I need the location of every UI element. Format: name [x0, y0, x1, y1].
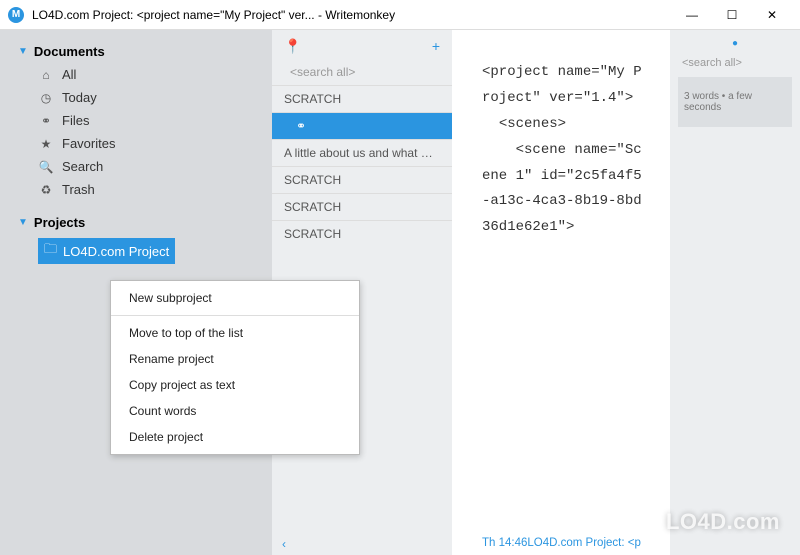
app-icon: M	[8, 7, 24, 23]
recycle-icon: ♻	[38, 183, 54, 197]
sidebar-item-label: Favorites	[62, 136, 115, 151]
separator	[111, 315, 359, 316]
project-item-lo4d[interactable]: 🗀 LO4D.com Project	[38, 238, 175, 264]
sidebar-section-projects[interactable]: ▼ Projects	[0, 211, 272, 234]
info-panel: ● <search all> 3 words • a few seconds	[670, 30, 800, 555]
ctx-new-subproject[interactable]: New subproject	[111, 285, 359, 311]
sidebar-item-today[interactable]: ◷ Today	[0, 86, 272, 109]
section-label: Projects	[34, 215, 85, 230]
sidebar-item-label: Today	[62, 90, 97, 105]
clock-icon: ◷	[38, 91, 54, 105]
window-title: LO4D.com Project: <project name="My Proj…	[32, 8, 672, 22]
add-button[interactable]: +	[432, 38, 440, 55]
ctx-delete[interactable]: Delete project	[111, 424, 359, 450]
chevron-down-icon: ▼	[18, 217, 28, 228]
editor-footer-status: Th 14:46LO4D.com Project: <p	[482, 533, 650, 549]
list-item[interactable]: SCRATCH	[272, 193, 452, 220]
context-menu: New subproject Move to top of the list R…	[110, 280, 360, 455]
sidebar-item-label: Trash	[62, 182, 95, 197]
section-label: Documents	[34, 44, 105, 59]
sidebar-item-trash[interactable]: ♻ Trash	[0, 178, 272, 201]
maximize-button[interactable]: ☐	[712, 1, 752, 29]
ctx-copy-text[interactable]: Copy project as text	[111, 372, 359, 398]
list-item[interactable]: SCRATCH	[272, 85, 452, 112]
titlebar: M LO4D.com Project: <project name="My Pr…	[0, 0, 800, 30]
minimize-button[interactable]: —	[672, 1, 712, 29]
info-search-input[interactable]: <search all>	[678, 49, 792, 77]
folder-icon: 🗀	[44, 240, 57, 262]
list-search-input[interactable]: <search all>	[272, 59, 452, 85]
list-item[interactable]: A little about us and what we …	[272, 139, 452, 166]
list-item[interactable]: SCRATCH	[272, 220, 452, 247]
sidebar-item-search[interactable]: 🔍 Search	[0, 155, 272, 178]
info-stats: 3 words • a few seconds	[678, 77, 792, 127]
home-icon: ⌂	[38, 68, 54, 82]
list-item[interactable]: SCRATCH	[272, 166, 452, 193]
sidebar-item-label: Search	[62, 159, 103, 174]
search-icon: 🔍	[38, 160, 54, 174]
sidebar-item-favorites[interactable]: ★ Favorites	[0, 132, 272, 155]
editor-panel: <project name="My Project" ver="1.4"> <s…	[452, 30, 670, 555]
chevron-down-icon: ▼	[18, 46, 28, 57]
close-button[interactable]: ✕	[752, 1, 792, 29]
star-icon: ★	[38, 137, 54, 151]
list-item-selected[interactable]: ⚭	[272, 112, 452, 139]
sidebar-item-files[interactable]: ⚭ Files	[0, 109, 272, 132]
link-icon: ⚭	[38, 114, 54, 128]
sidebar-item-label: All	[62, 67, 76, 82]
ctx-rename[interactable]: Rename project	[111, 346, 359, 372]
sidebar-item-label: Files	[62, 113, 89, 128]
editor-content[interactable]: <project name="My Project" ver="1.4"> <s…	[482, 60, 650, 533]
window-controls: — ☐ ✕	[672, 1, 792, 29]
pin-icon[interactable]: 📍	[284, 38, 301, 55]
ctx-move-top[interactable]: Move to top of the list	[111, 320, 359, 346]
project-item-label: LO4D.com Project	[63, 244, 169, 259]
list-header: 📍 +	[272, 38, 452, 59]
list-footer-back[interactable]: ‹	[272, 533, 452, 555]
ctx-count-words[interactable]: Count words	[111, 398, 359, 424]
sidebar-section-documents[interactable]: ▼ Documents	[0, 40, 272, 63]
sidebar-item-all[interactable]: ⌂ All	[0, 63, 272, 86]
marker-dot-icon[interactable]: ●	[678, 38, 792, 49]
